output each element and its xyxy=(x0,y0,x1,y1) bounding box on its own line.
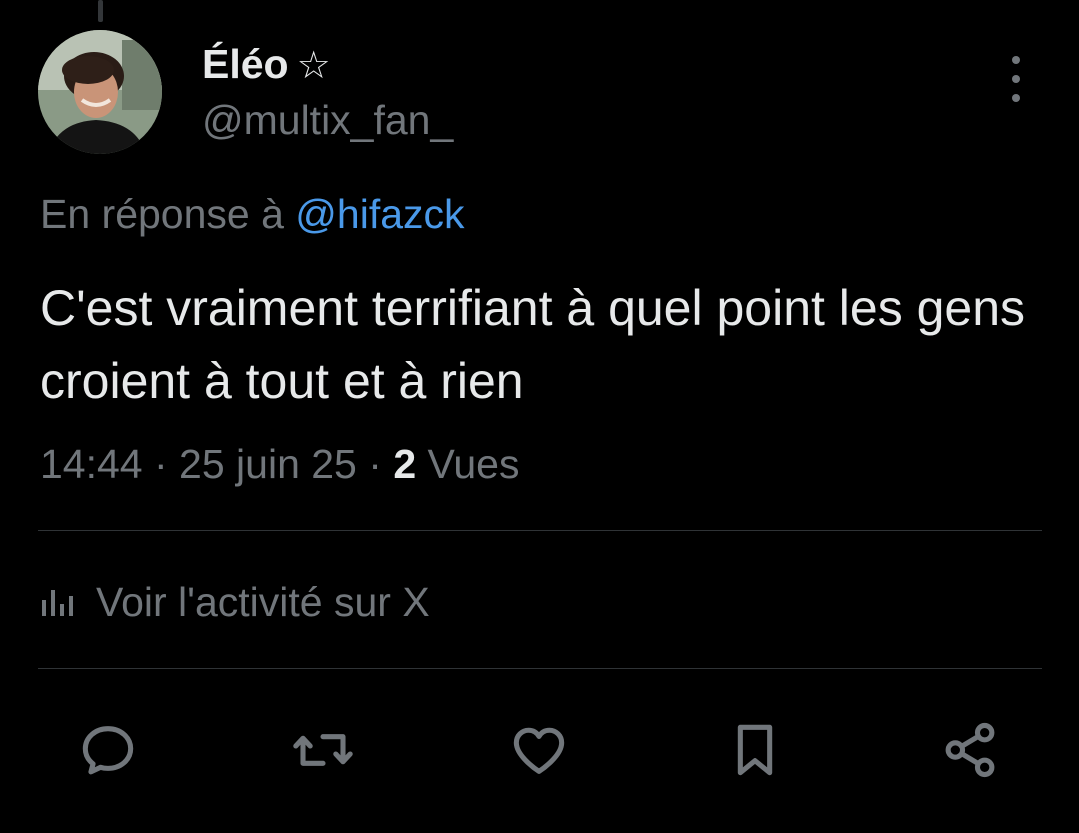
share-icon xyxy=(945,722,995,778)
like-icon xyxy=(513,727,565,774)
tweet-time[interactable]: 14:44 xyxy=(40,441,143,487)
share-button[interactable] xyxy=(930,710,1010,790)
more-options-dot xyxy=(1012,75,1020,83)
meta-separator: · xyxy=(356,441,394,487)
views-label: Vues xyxy=(427,441,520,487)
analytics-icon xyxy=(42,590,73,616)
more-options-icon xyxy=(1012,56,1020,64)
bookmark-icon xyxy=(737,724,773,776)
reply-mention-link[interactable]: @hifazck xyxy=(295,191,464,237)
view-activity-label: Voir l'activité sur X xyxy=(96,578,430,625)
tweet-metadata: 14:44 · 25 juin 25 · 2 Vues xyxy=(40,438,519,490)
tweet-text: C'est vraiment terrifiant à quel point l… xyxy=(40,280,1026,409)
reply-context: En réponse à @hifazck xyxy=(40,188,465,240)
star-badge-icon: ☆ xyxy=(296,45,331,87)
view-activity-link[interactable]: Voir l'activité sur X xyxy=(40,574,430,630)
display-name-text: Éléo xyxy=(202,41,289,87)
more-options-button[interactable] xyxy=(996,56,1036,102)
repost-icon xyxy=(293,734,353,766)
thread-connector-line xyxy=(98,0,103,22)
more-options-dot xyxy=(1012,94,1020,102)
user-handle[interactable]: @multix_fan_ xyxy=(202,94,453,146)
avatar-image xyxy=(38,30,162,154)
action-bar xyxy=(0,710,1079,790)
like-button[interactable] xyxy=(499,710,579,790)
divider xyxy=(38,530,1042,531)
bookmark-button[interactable] xyxy=(715,710,795,790)
reply-context-prefix: En réponse à xyxy=(40,191,296,237)
display-name[interactable]: Éléo ☆ xyxy=(202,38,331,92)
views-count: 2 xyxy=(393,441,417,487)
avatar[interactable] xyxy=(38,30,162,154)
divider xyxy=(38,668,1042,669)
meta-separator: · xyxy=(142,441,180,487)
reply-button[interactable] xyxy=(68,710,148,790)
tweet-date[interactable]: 25 juin 25 xyxy=(179,441,357,487)
reply-icon xyxy=(82,726,134,775)
repost-button[interactable] xyxy=(283,710,363,790)
